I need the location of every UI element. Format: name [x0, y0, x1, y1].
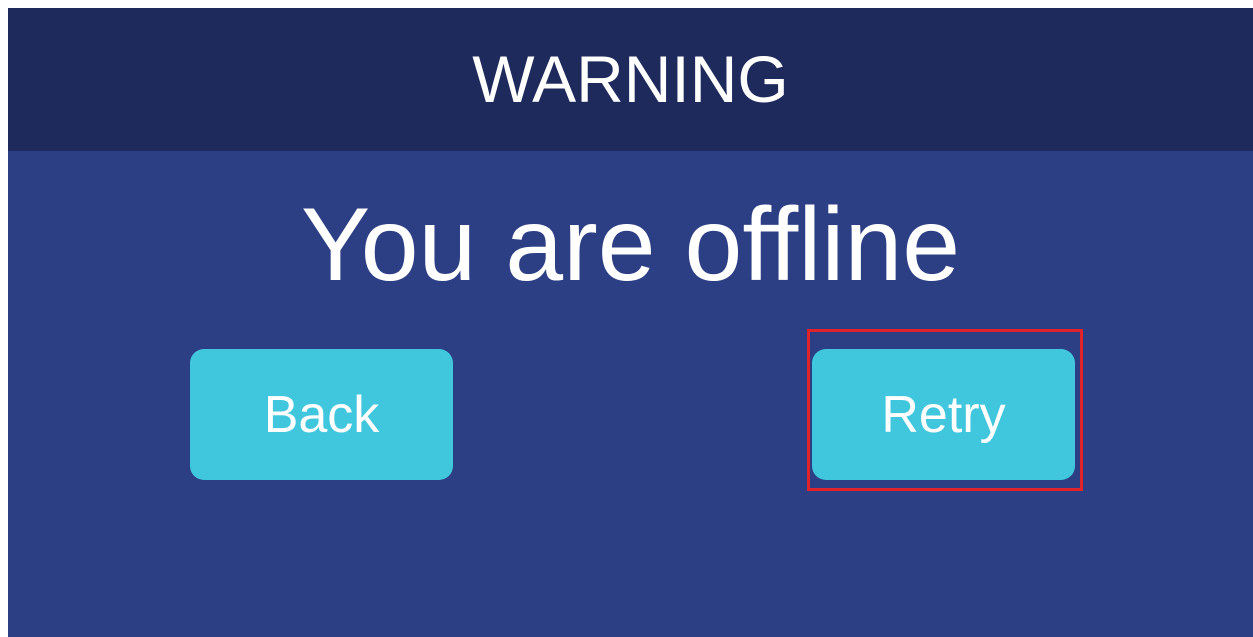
dialog-title: WARNING	[472, 41, 789, 116]
back-button[interactable]: Back	[190, 349, 453, 480]
retry-button-label: Retry	[881, 385, 1006, 444]
back-button-label: Back	[263, 385, 380, 444]
offline-message: You are offline	[300, 187, 961, 303]
dialog-header: WARNING	[8, 8, 1253, 151]
offline-warning-dialog: WARNING You are offline Back Retry	[8, 8, 1253, 637]
retry-button[interactable]: Retry	[812, 349, 1075, 480]
